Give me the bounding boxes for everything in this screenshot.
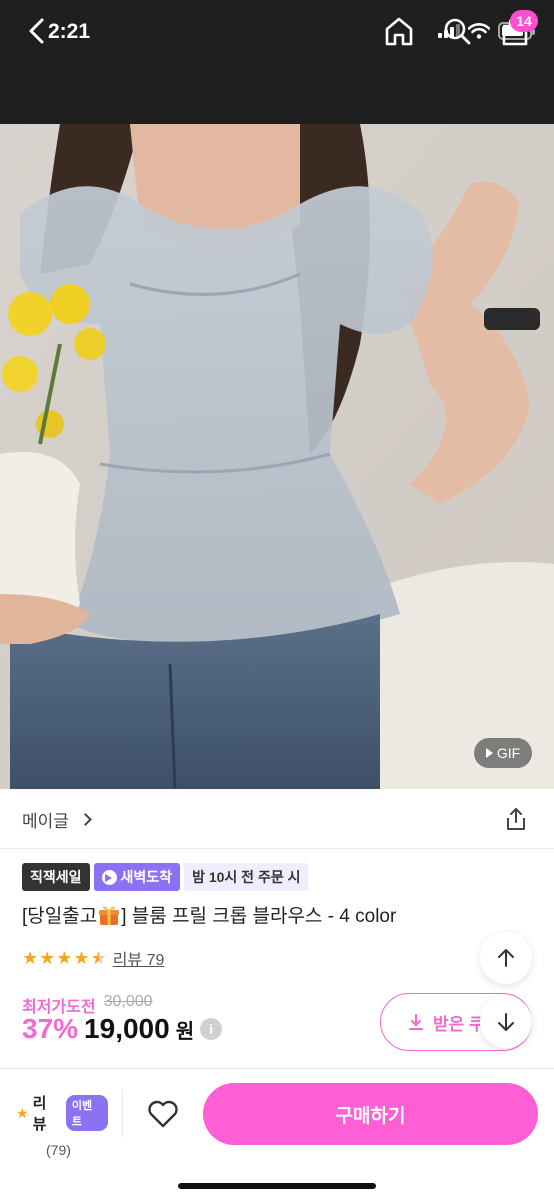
direct-sale-tag: 직잭세일 — [22, 863, 90, 891]
discount-rate: 37% — [22, 1013, 79, 1044]
scroll-to-bottom-button[interactable] — [480, 996, 532, 1048]
info-icon[interactable]: i — [200, 1018, 223, 1040]
buy-button[interactable]: 구매하기 — [203, 1083, 538, 1145]
review-tab-label: 리뷰 — [32, 1095, 47, 1133]
review-tab-header: ★ 리뷰 이벤트 — [16, 1092, 108, 1134]
review-link[interactable]: 리뷰 79 — [113, 946, 165, 970]
gift-icon — [99, 905, 120, 925]
download-icon — [409, 1014, 423, 1030]
star-icon: ★ — [56, 948, 73, 968]
bottom-action-bar: ★ 리뷰 이벤트 (79) 구매하기 — [0, 1068, 554, 1200]
product-title: [당일출고 ] 블룸 프릴 크롭 블라우스 - 4 color — [22, 901, 396, 928]
delivery-tags: 직잭세일 새벽도착 밤 10시 전 주문 시 — [22, 863, 309, 891]
product-photo[interactable] — [0, 124, 554, 789]
share-icon[interactable] — [503, 806, 529, 832]
arrow-up-icon — [498, 949, 514, 967]
currency-label: 원 — [175, 1021, 195, 1043]
gif-badge[interactable]: GIF — [474, 738, 532, 768]
heart-icon[interactable] — [146, 1097, 180, 1131]
gif-label: GIF — [496, 745, 521, 761]
rating-stars: ★ ★ ★ ★ ★ — [22, 949, 107, 967]
order-deadline-tag: 밤 10시 전 주문 시 — [184, 863, 309, 891]
shop-row: 메이글 — [0, 789, 554, 849]
dawn-delivery-icon — [101, 869, 117, 885]
search-icon[interactable] — [440, 14, 474, 48]
star-icon: ★ — [39, 948, 56, 968]
scroll-to-top-button[interactable] — [480, 932, 532, 984]
product-title-prefix: [당일출고 — [22, 906, 98, 927]
home-indicator — [178, 1183, 376, 1189]
back-arrow-icon[interactable] — [20, 14, 54, 48]
shop-link[interactable]: 메이글 — [22, 807, 92, 832]
cart-count-badge: 14 — [510, 10, 538, 32]
review-count: (79) — [46, 1142, 71, 1158]
rating-row: ★ ★ ★ ★ ★ 리뷰 79 — [22, 946, 164, 970]
dawn-delivery-label: 새벽도착 — [120, 869, 173, 885]
play-icon — [485, 748, 493, 758]
nav-bar — [0, 62, 554, 124]
arrow-down-icon — [498, 1013, 514, 1031]
star-icon: ★ — [73, 948, 90, 968]
review-tab[interactable]: ★ 리뷰 이벤트 (79) — [16, 1092, 108, 1158]
shop-name: 메이글 — [22, 812, 69, 831]
divider — [122, 1089, 123, 1137]
chevron-right-icon — [79, 813, 92, 826]
dawn-delivery-tag: 새벽도착 — [93, 863, 181, 891]
event-badge: 이벤트 — [65, 1095, 108, 1131]
home-icon[interactable] — [382, 14, 416, 48]
product-photo-illustration — [0, 124, 554, 789]
price-row: 37% 19,000 원 i — [22, 1013, 223, 1045]
product-title-suffix: ] 블룸 프릴 크롭 블라우스 - 4 color — [121, 906, 397, 927]
star-icon: ★ — [16, 1104, 29, 1121]
half-star-icon: ★ — [90, 948, 107, 968]
status-time: 2:21 — [48, 20, 91, 43]
star-icon: ★ — [22, 948, 39, 968]
sale-price: 19,000 — [84, 1013, 170, 1044]
